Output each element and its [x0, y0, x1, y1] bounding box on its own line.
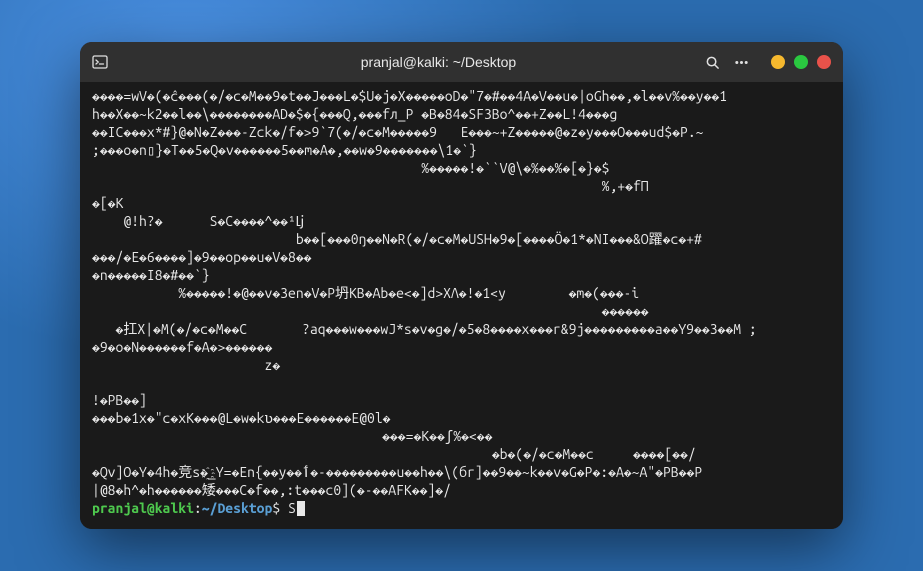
- cursor: [297, 501, 305, 516]
- prompt-symbol: $: [272, 500, 288, 516]
- window-title: pranjal@kalki: ~/Desktop: [172, 54, 705, 70]
- terminal-app-icon: [92, 54, 108, 70]
- minimize-button[interactable]: [771, 55, 785, 69]
- titlebar[interactable]: pranjal@kalki: ~/Desktop: [80, 42, 843, 82]
- prompt-user-host: pranjal@kalki: [92, 500, 194, 516]
- menu-icon[interactable]: [734, 55, 749, 70]
- window-controls: [771, 55, 831, 69]
- terminal-output: ����=wV�(�ĉ���(�/�c�M��9�t��J���L�$U�j�X…: [92, 88, 757, 498]
- prompt-separator: :: [194, 500, 202, 516]
- command-input[interactable]: S: [288, 500, 296, 516]
- prompt-path: ~/Desktop: [202, 500, 273, 516]
- terminal-window: pranjal@kalki: ~/Desktop ����=wV�(�ĉ���(…: [80, 42, 843, 529]
- close-button[interactable]: [817, 55, 831, 69]
- terminal-body[interactable]: ����=wV�(�ĉ���(�/�c�M��9�t��J���L�$U�j�X…: [80, 82, 843, 529]
- search-icon[interactable]: [705, 55, 720, 70]
- maximize-button[interactable]: [794, 55, 808, 69]
